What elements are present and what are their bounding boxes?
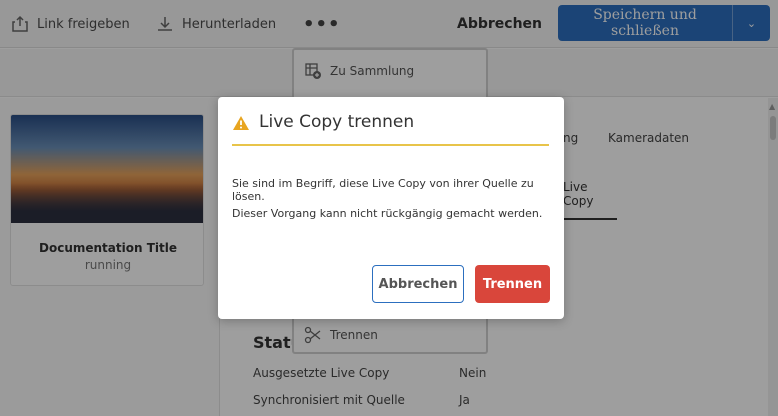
detach-dialog: Live Copy trennen Sie sind im Begriff, d… xyxy=(218,97,564,319)
warning-icon xyxy=(233,116,249,130)
dialog-divider xyxy=(232,144,549,146)
dialog-detach-button[interactable]: Trennen xyxy=(475,265,550,303)
dialog-warning: Dieser Vorgang kann nicht rückgängig gem… xyxy=(232,207,543,220)
dialog-message: Sie sind im Begriff, diese Live Copy von… xyxy=(232,177,534,203)
dialog-cancel-button[interactable]: Abbrechen xyxy=(372,265,464,303)
dialog-title: Live Copy trennen xyxy=(259,112,415,132)
